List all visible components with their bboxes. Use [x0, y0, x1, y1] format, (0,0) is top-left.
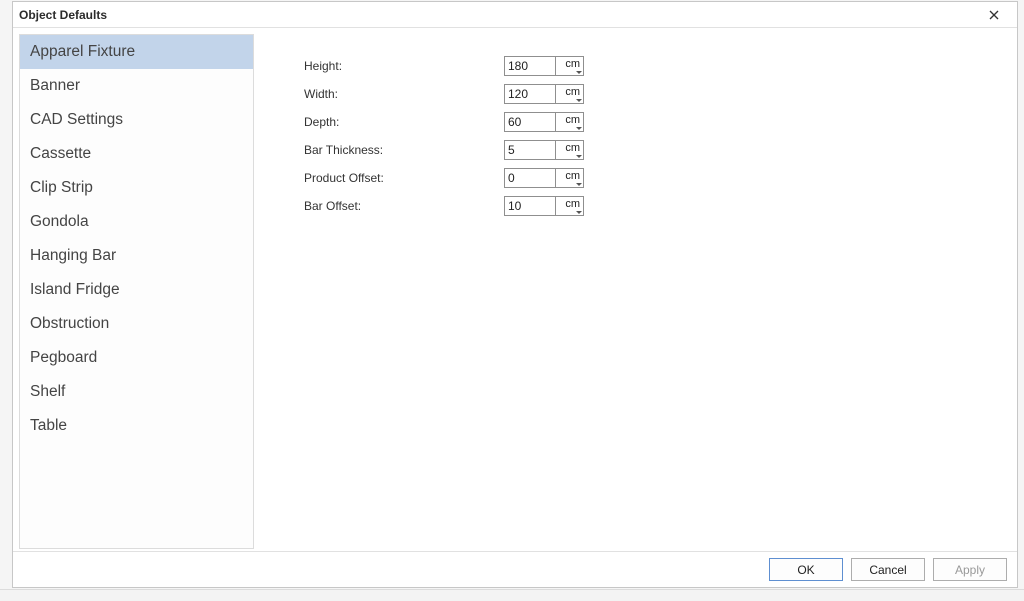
width-unit[interactable]: cm: [555, 85, 583, 103]
width-input: cm: [504, 84, 584, 104]
field-label: Bar Offset:: [304, 199, 504, 213]
object-defaults-dialog: Object Defaults Apparel Fixture Banner C…: [12, 1, 1018, 588]
height-input: cm: [504, 56, 584, 76]
sidebar-item-label: Shelf: [30, 383, 65, 400]
titlebar: Object Defaults: [13, 2, 1017, 28]
sidebar-item-label: Obstruction: [30, 315, 109, 332]
ok-button[interactable]: OK: [769, 558, 843, 581]
sidebar-item-label: Clip Strip: [30, 179, 93, 196]
depth-input: cm: [504, 112, 584, 132]
field-width: Width: cm: [304, 84, 1007, 104]
sidebar-item-label: Island Fridge: [30, 281, 120, 298]
field-depth: Depth: cm: [304, 112, 1007, 132]
field-height: Height: cm: [304, 56, 1007, 76]
button-bar: OK Cancel Apply: [13, 551, 1017, 587]
sidebar-item-cassette[interactable]: Cassette: [20, 137, 253, 171]
sidebar-item-label: Cassette: [30, 145, 91, 162]
sidebar-item-label: Hanging Bar: [30, 247, 116, 264]
category-list: Apparel Fixture Banner CAD Settings Cass…: [19, 34, 254, 549]
bar-thickness-unit[interactable]: cm: [555, 141, 583, 159]
product-offset-input: cm: [504, 168, 584, 188]
sidebar-item-gondola[interactable]: Gondola: [20, 205, 253, 239]
sidebar-item-island-fridge[interactable]: Island Fridge: [20, 273, 253, 307]
field-label: Bar Thickness:: [304, 143, 504, 157]
sidebar-item-label: Apparel Fixture: [30, 43, 135, 60]
product-offset-value[interactable]: [505, 169, 555, 187]
bar-thickness-value[interactable]: [505, 141, 555, 159]
field-product-offset: Product Offset: cm: [304, 168, 1007, 188]
product-offset-unit[interactable]: cm: [555, 169, 583, 187]
field-bar-thickness: Bar Thickness: cm: [304, 140, 1007, 160]
sidebar-item-cad-settings[interactable]: CAD Settings: [20, 103, 253, 137]
field-label: Width:: [304, 87, 504, 101]
sidebar-item-label: Table: [30, 417, 67, 434]
depth-unit[interactable]: cm: [555, 113, 583, 131]
apply-button[interactable]: Apply: [933, 558, 1007, 581]
sidebar-item-clip-strip[interactable]: Clip Strip: [20, 171, 253, 205]
field-label: Depth:: [304, 115, 504, 129]
height-value[interactable]: [505, 57, 555, 75]
sidebar-item-pegboard[interactable]: Pegboard: [20, 341, 253, 375]
close-icon[interactable]: [977, 3, 1011, 27]
window-title: Object Defaults: [19, 8, 107, 22]
sidebar-item-shelf[interactable]: Shelf: [20, 375, 253, 409]
bar-offset-unit[interactable]: cm: [555, 197, 583, 215]
cancel-button[interactable]: Cancel: [851, 558, 925, 581]
sidebar-item-apparel-fixture[interactable]: Apparel Fixture: [20, 35, 253, 69]
properties-pane: Height: cm Width: cm Depth: cm: [254, 28, 1017, 551]
bar-thickness-input: cm: [504, 140, 584, 160]
sidebar-item-label: Gondola: [30, 213, 89, 230]
sidebar-item-banner[interactable]: Banner: [20, 69, 253, 103]
field-bar-offset: Bar Offset: cm: [304, 196, 1007, 216]
sidebar-item-label: CAD Settings: [30, 111, 123, 128]
field-label: Product Offset:: [304, 171, 504, 185]
depth-value[interactable]: [505, 113, 555, 131]
sidebar-item-table[interactable]: Table: [20, 409, 253, 443]
sidebar-item-hanging-bar[interactable]: Hanging Bar: [20, 239, 253, 273]
sidebar-item-label: Pegboard: [30, 349, 97, 366]
sidebar-item-label: Banner: [30, 77, 80, 94]
width-value[interactable]: [505, 85, 555, 103]
height-unit[interactable]: cm: [555, 57, 583, 75]
bar-offset-value[interactable]: [505, 197, 555, 215]
field-label: Height:: [304, 59, 504, 73]
bar-offset-input: cm: [504, 196, 584, 216]
sidebar-item-obstruction[interactable]: Obstruction: [20, 307, 253, 341]
